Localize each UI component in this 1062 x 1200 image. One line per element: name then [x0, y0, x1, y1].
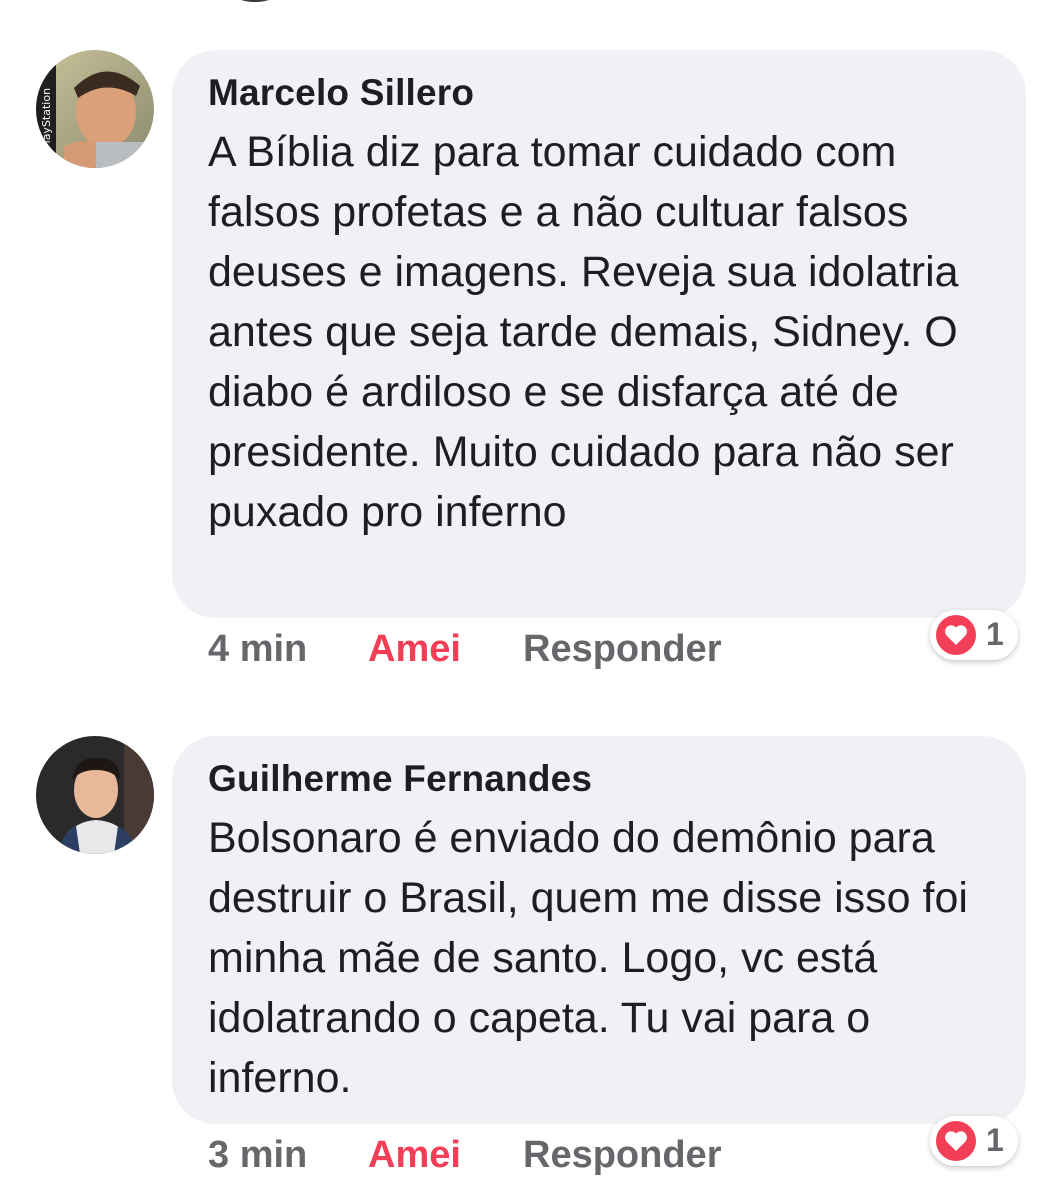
reply-button[interactable]: Responder: [523, 1134, 721, 1177]
comment-bubble: Marcelo Sillero A Bíblia diz para tomar …: [172, 50, 1026, 618]
love-reaction-button[interactable]: Amei: [368, 1134, 461, 1177]
comment-text: A Bíblia diz para tomar cuidado com fals…: [208, 128, 959, 536]
comment-author[interactable]: Marcelo Sillero: [208, 72, 474, 114]
avatar[interactable]: [36, 736, 154, 854]
heart-icon: [936, 1121, 976, 1161]
avatar[interactable]: PlayStation: [36, 50, 154, 168]
reply-button[interactable]: Responder: [523, 628, 721, 671]
comment-author[interactable]: Guilherme Fernandes: [208, 758, 592, 800]
comment-timestamp[interactable]: 3 min: [208, 1134, 307, 1177]
reaction-summary[interactable]: 1: [930, 1116, 1018, 1166]
love-reaction-button[interactable]: Amei: [368, 628, 461, 671]
reaction-count: 1: [986, 616, 1004, 652]
previous-comment-avatar[interactable]: [222, 0, 288, 2]
comment-bubble: Guilherme Fernandes Bolsonaro é enviado …: [172, 736, 1026, 1124]
reaction-count: 1: [986, 1122, 1004, 1158]
comment-text: Bolsonaro é enviado do demônio para dest…: [208, 814, 968, 1102]
comment-timestamp[interactable]: 4 min: [208, 628, 307, 671]
svg-text:PlayStation: PlayStation: [40, 88, 53, 150]
reaction-summary[interactable]: 1: [930, 610, 1018, 660]
heart-icon: [936, 615, 976, 655]
